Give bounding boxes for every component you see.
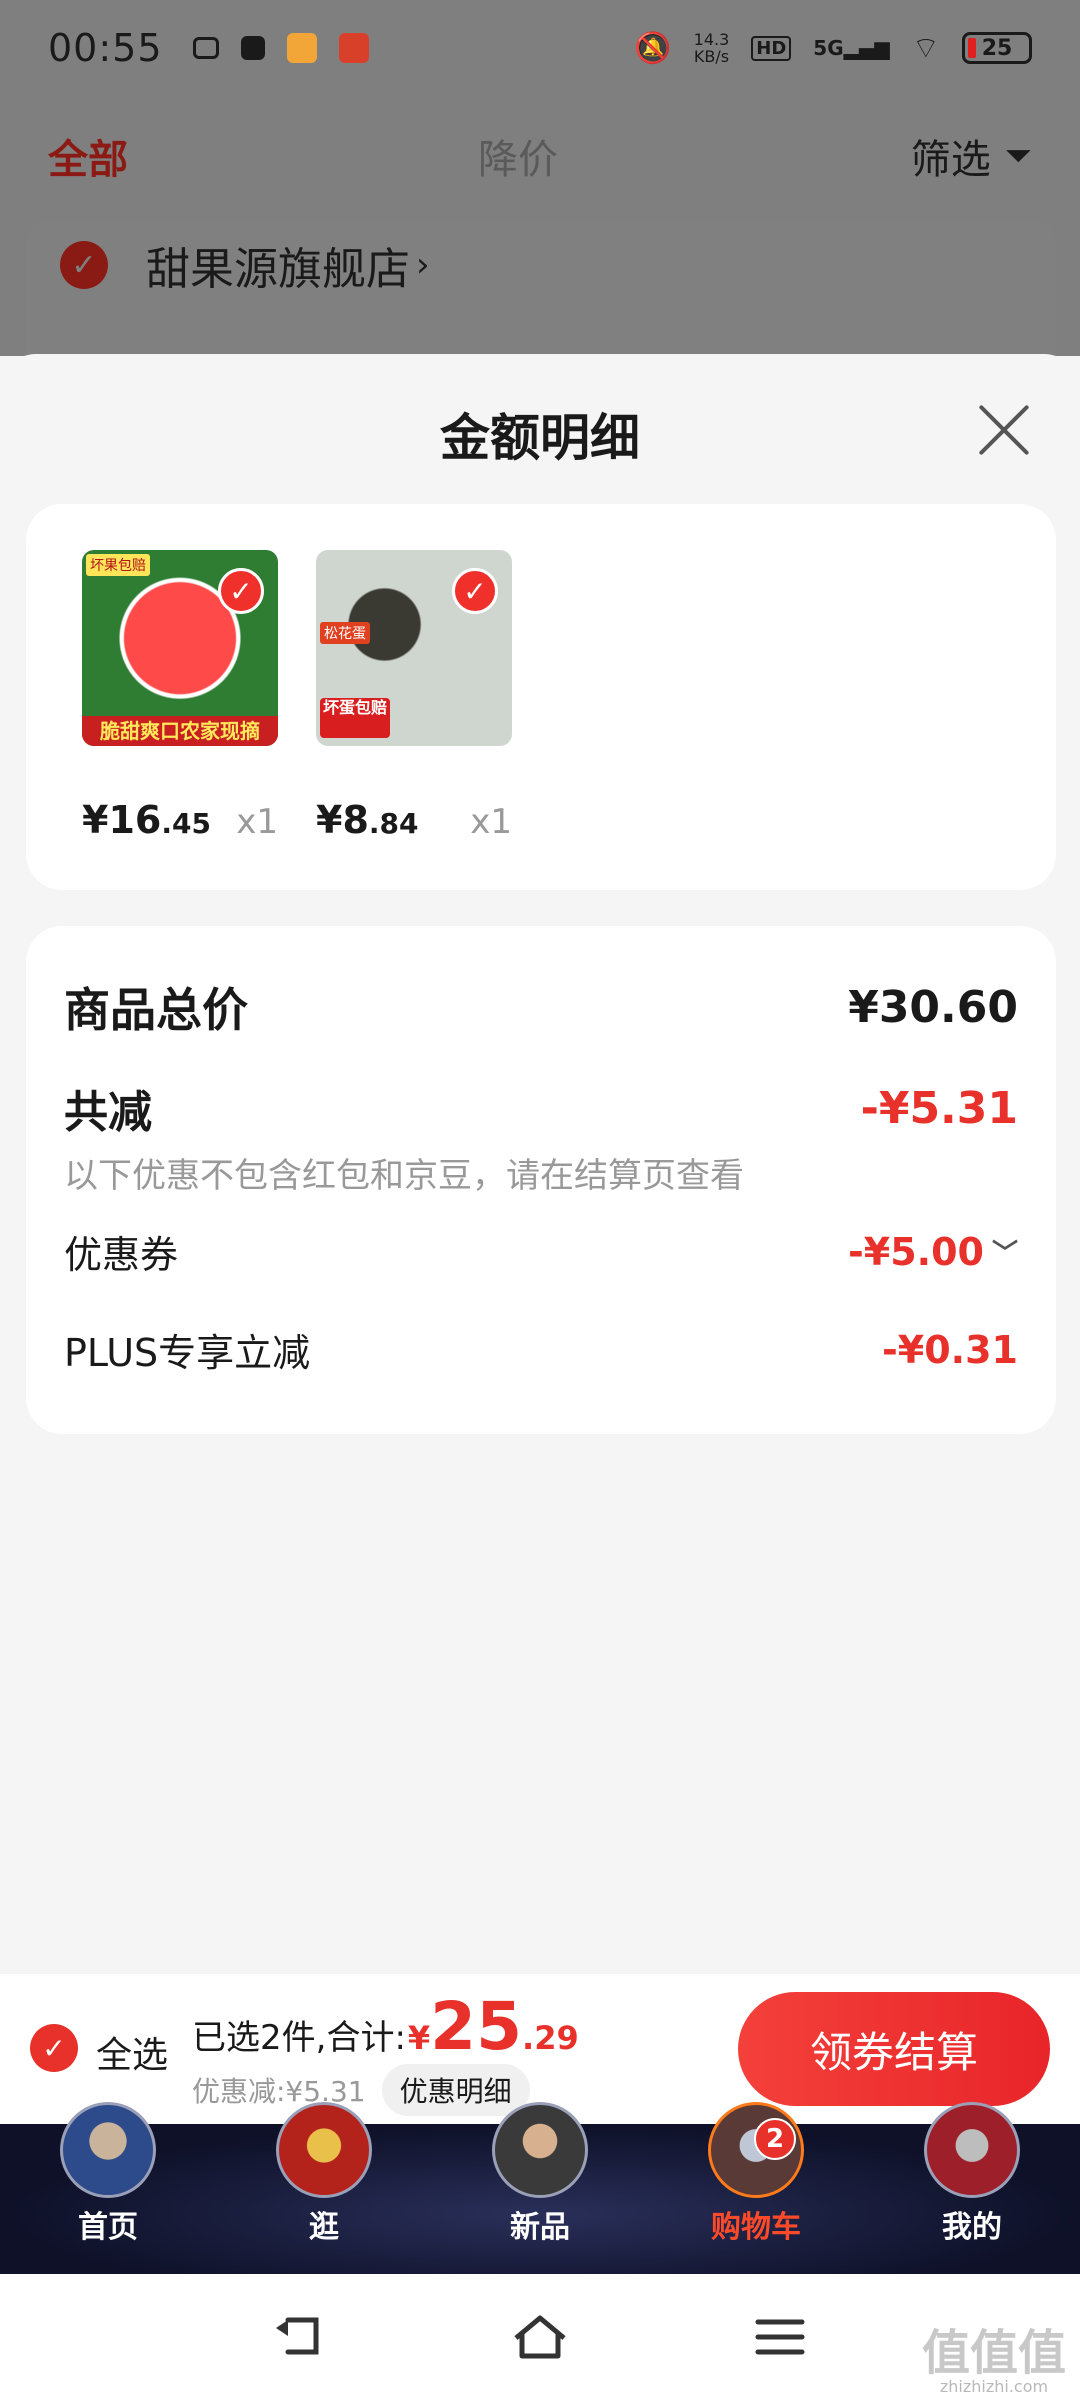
store-check-icon[interactable]: ✓ (60, 241, 108, 289)
goods-qty: x1 (470, 802, 512, 842)
goods-card: 坏果包赔 脆甜爽口农家现摘 ✓ ¥16.45 x1 松花蛋 坏蛋包赔 ✓ ¥8.… (26, 504, 1056, 890)
reduce-label: 共减 (64, 1087, 152, 1138)
reduce-note: 以下优惠不包含红包和京豆，请在结算页查看 (64, 1156, 744, 1196)
cart-filter-tabs: 全部 降价 筛选 ⏷ (0, 96, 1080, 216)
selected-check-icon: ✓ (452, 568, 498, 614)
discount-line: 优惠减:¥5.31 优惠明细 (192, 2064, 530, 2116)
back-icon[interactable] (270, 2312, 330, 2362)
cart-count-badge: 2 (754, 2118, 796, 2160)
watermark: 值值值 zhizhizhi.com (921, 2325, 1066, 2396)
gallery-icon (240, 36, 265, 60)
store-header[interactable]: ✓ 甜果源旗舰店 › (26, 220, 1056, 310)
tab-filter[interactable]: 筛选 ⏷ (911, 127, 1032, 185)
status-time: 00:55 (48, 26, 163, 70)
summary-line: 已选2件,合计: ¥ 25 .29 (192, 1988, 579, 2065)
tab-label: 逛 (309, 2210, 339, 2245)
tab-me[interactable]: 我的 (864, 2102, 1080, 2274)
wifi-icon: ⌔ (911, 31, 940, 66)
tab-all[interactable]: 全部 (48, 127, 128, 185)
summary-prefix: 已选2件,合计: (192, 2018, 406, 2058)
selected-check-icon: ✓ (218, 568, 264, 614)
plus-label: PLUS专享立减 (64, 1331, 311, 1375)
goods-qty: x1 (236, 802, 278, 842)
tab-cart[interactable]: 2 购物车 (648, 2102, 864, 2274)
status-bar: 00:55 🔕 14.3 KB/s HD 5G▂▄▆ ⌔ 25 (0, 0, 1080, 96)
home-icon[interactable] (510, 2312, 570, 2362)
goods-price-row: ¥8.84 x1 (316, 798, 512, 842)
menu-icon[interactable] (750, 2312, 810, 2362)
goods-ribbon: 坏蛋包赔 (320, 698, 390, 738)
notification-icons (192, 33, 369, 63)
summary-amount-dec: .29 (522, 2019, 579, 2057)
system-navigation-bar: 值值值 zhizhizhi.com (0, 2274, 1080, 2400)
goods-item[interactable]: 坏果包赔 脆甜爽口农家现摘 ✓ ¥16.45 x1 (82, 550, 278, 842)
plus-value: -¥0.31 (882, 1327, 1018, 1372)
tab-label: 我的 (942, 2210, 1002, 2245)
reduce-row: 共减 -¥5.31 (64, 1076, 1018, 1140)
plus-row: PLUS专享立减 -¥0.31 (64, 1322, 1018, 1377)
coupon-row[interactable]: 优惠券 -¥5.00 ﹀ (64, 1224, 1018, 1279)
chevron-down-icon[interactable]: ﹀ (992, 1233, 1018, 1270)
select-all-check-icon[interactable]: ✓ (30, 2024, 78, 2072)
app-bear-icon (286, 33, 317, 63)
cart-page-background: 全部 降价 筛选 ⏷ ✓ 甜果源旗舰店 › (0, 96, 1080, 420)
sheet-title: 金额明细 (440, 409, 640, 467)
preserved-egg-image: 松花蛋 坏蛋包赔 ✓ (316, 550, 512, 746)
hd-badge: HD (751, 35, 792, 61)
iron-man-avatar-icon (276, 2102, 372, 2198)
goods-tag: 坏果包赔 (86, 554, 150, 576)
reduce-value: -¥5.31 (860, 1082, 1018, 1134)
net-speed: 14.3 KB/s (693, 30, 730, 66)
coupon-value: -¥5.00 (848, 1229, 984, 1274)
amount-detail-sheet: 金额明细 坏果包赔 脆甜爽口农家现摘 ✓ ¥16.45 x1 松花蛋 坏蛋包赔 … (0, 354, 1080, 1974)
status-right: 🔕 14.3 KB/s HD 5G▂▄▆ ⌔ 25 (634, 29, 1032, 67)
summary-currency: ¥ (407, 2019, 431, 2057)
goods-item[interactable]: 松花蛋 坏蛋包赔 ✓ ¥8.84 x1 (316, 550, 512, 842)
watermelon-image: 坏果包赔 脆甜爽口农家现摘 ✓ (82, 550, 278, 746)
tv-icon (192, 37, 219, 59)
bottom-tab-bar: 首页 逛 新品 2 购物车 我的 (0, 2102, 1080, 2274)
filter-icon: ⏷ (1004, 136, 1032, 176)
tab-home[interactable]: 首页 (0, 2102, 216, 2274)
tab-price-drop[interactable]: 降价 (478, 127, 558, 185)
goods-tag: 松花蛋 (320, 622, 370, 644)
goods-price: ¥8.84 (316, 798, 419, 842)
summary-amount-int: 25 (430, 1988, 523, 2065)
total-row: 商品总价 ¥30.60 (64, 974, 1018, 1040)
tab-label: 购物车 (711, 2210, 801, 2245)
signal-icon: 5G▂▄▆ (813, 36, 890, 60)
price-detail-card: 商品总价 ¥30.60 共减 -¥5.31 以下优惠不包含红包和京豆，请在结算页… (26, 926, 1056, 1434)
ant-man-avatar-icon (924, 2102, 1020, 2198)
chevron-right-icon: › (416, 245, 430, 285)
total-label: 商品总价 (64, 983, 248, 1037)
goods-price-row: ¥16.45 x1 (82, 798, 278, 842)
tab-label: 首页 (78, 2210, 138, 2245)
discount-detail-button[interactable]: 优惠明细 (381, 2064, 530, 2116)
tab-new[interactable]: 新品 (432, 2102, 648, 2274)
select-all-label[interactable]: 全选 (96, 2026, 168, 2078)
coupon-value-wrap: -¥5.00 ﹀ (848, 1230, 1018, 1274)
tab-browse[interactable]: 逛 (216, 2102, 432, 2274)
thor-avatar-icon (492, 2102, 588, 2198)
app-red-icon (338, 33, 369, 63)
tab-label: 新品 (510, 2210, 570, 2245)
store-name: 甜果源旗舰店 (146, 244, 410, 295)
mute-icon: 🔕 (634, 30, 672, 66)
checkout-button[interactable]: 领券结算 (738, 1992, 1050, 2106)
filter-label: 筛选 (910, 137, 991, 183)
battery-icon: 25 (962, 32, 1032, 64)
goods-ribbon: 脆甜爽口农家现摘 (82, 716, 278, 746)
total-value: ¥30.60 (848, 981, 1018, 1033)
coupon-label: 优惠券 (64, 1233, 179, 1277)
close-icon[interactable] (976, 402, 1032, 458)
goods-price: ¥16.45 (82, 798, 211, 842)
captain-america-avatar-icon (60, 2102, 156, 2198)
